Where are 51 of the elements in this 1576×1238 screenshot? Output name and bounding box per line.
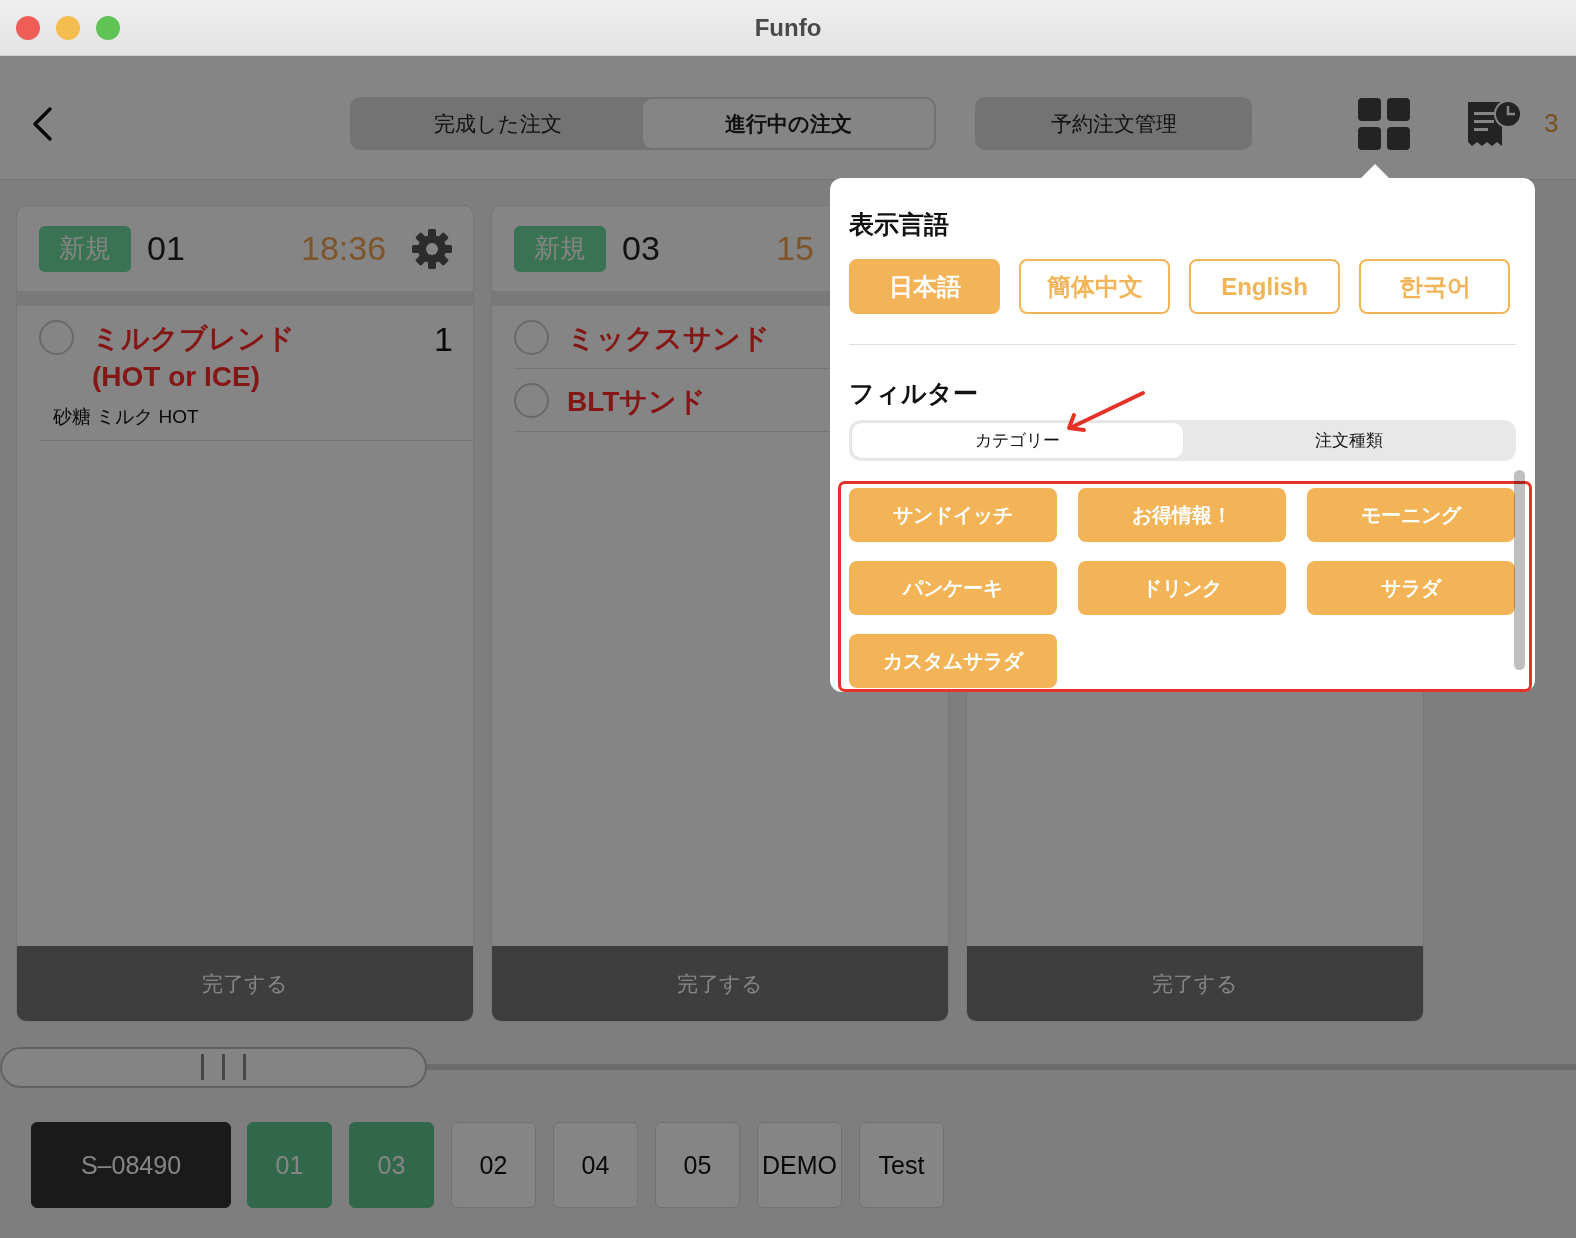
item-options: 砂糖 ミルク HOT — [53, 404, 199, 430]
table-button[interactable]: 05 — [655, 1122, 740, 1208]
order-number: 01 — [147, 229, 185, 268]
complete-button[interactable]: 完了する — [492, 946, 948, 1021]
order-time: 18:36 — [301, 229, 387, 268]
category-button[interactable]: ドリンク — [1078, 561, 1286, 615]
item-checkbox[interactable] — [514, 383, 549, 418]
complete-button[interactable]: 完了する — [967, 946, 1423, 1021]
table-button[interactable]: Test — [859, 1122, 944, 1208]
zoom-button[interactable] — [96, 15, 120, 40]
status-badge: 新規 — [514, 225, 606, 272]
item-name: ミックスサンド — [567, 322, 770, 356]
table-button[interactable]: 04 — [553, 1122, 638, 1208]
language-button[interactable]: English — [1189, 259, 1340, 314]
complete-button[interactable]: 完了する — [17, 946, 473, 1021]
item-name: BLTサンド — [567, 385, 707, 419]
item-checkbox[interactable] — [39, 320, 74, 355]
section-title: フィルター — [849, 378, 978, 409]
category-button[interactable]: お得情報！ — [1078, 488, 1286, 542]
language-button[interactable]: 簡体中文 — [1019, 259, 1170, 314]
scroll-handle[interactable] — [0, 1046, 427, 1088]
filter-tab[interactable]: カテゴリー — [851, 422, 1184, 459]
category-button[interactable]: カスタムサラダ — [849, 634, 1057, 688]
section-title: 表示言語 — [849, 209, 949, 240]
grid-icon[interactable] — [1358, 97, 1410, 150]
reservation-button[interactable]: 予約注文管理 — [975, 97, 1252, 150]
table-button[interactable]: 01 — [247, 1122, 332, 1208]
settings-icon[interactable] — [411, 227, 453, 270]
language-button[interactable]: 한국어 — [1359, 259, 1510, 314]
order-tab[interactable]: 完成した注文 — [352, 99, 643, 148]
order-number: 03 — [622, 229, 660, 268]
order-time: 15 — [776, 229, 814, 268]
table-button[interactable]: DEMO — [757, 1122, 842, 1208]
window-title: Funfo — [754, 13, 822, 42]
status-badge: 新規 — [39, 225, 131, 272]
category-button[interactable]: サンドイッチ — [849, 488, 1057, 542]
close-button[interactable] — [16, 15, 40, 40]
language-button[interactable]: 日本語 — [849, 259, 1000, 314]
table-button[interactable]: 03 — [349, 1122, 434, 1208]
category-button[interactable]: パンケーキ — [849, 561, 1057, 615]
order-code-button[interactable]: S–08490 — [31, 1122, 231, 1208]
table-button[interactable]: 02 — [451, 1122, 536, 1208]
category-button[interactable]: モーニング — [1307, 488, 1515, 542]
minimize-button[interactable] — [56, 15, 80, 40]
receipt-count: 3 — [1544, 108, 1559, 139]
category-button[interactable]: サラダ — [1307, 561, 1515, 615]
order-tab[interactable]: 進行中の注文 — [643, 99, 934, 148]
item-name: ミルクブレンド (HOT or ICE) — [92, 322, 295, 394]
item-quantity: 1 — [434, 320, 453, 359]
item-checkbox[interactable] — [514, 320, 549, 355]
filter-tab[interactable]: 注文種類 — [1183, 422, 1514, 459]
